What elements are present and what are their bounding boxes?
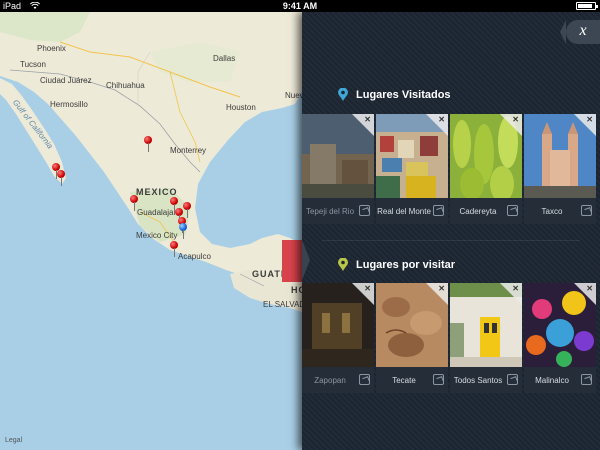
visited-title: Lugares Visitados (356, 88, 451, 101)
place-name: Tepeji del Rio (305, 207, 355, 216)
map-label-tucson: Tucson (20, 60, 46, 69)
place-card-todos-santos[interactable]: ✕ Todos Santos (450, 283, 522, 393)
map-label-chihuahua: Chihuahua (106, 81, 145, 90)
to-visit-header: Lugares por visitar (338, 258, 455, 271)
clock: 9:41 AM (282, 1, 318, 11)
place-caption: Malinalco (524, 367, 596, 393)
place-name: Todos Santos (453, 376, 503, 385)
place-name: Real del Monte (377, 207, 431, 216)
place-card-tecate[interactable]: ✕ Tecate (376, 283, 448, 393)
place-caption: Tecate (376, 367, 448, 393)
place-card-taxco[interactable]: ✕ Taxco (524, 114, 596, 224)
map-pin[interactable] (183, 202, 191, 218)
remove-button[interactable]: ✕ (586, 115, 593, 124)
share-icon[interactable] (433, 374, 444, 385)
place-card-malinalco[interactable]: ✕ Malinalco (524, 283, 596, 393)
map-label-salvador: EL SALVADOR (263, 300, 302, 309)
place-caption: Tepeji del Rio (302, 198, 374, 224)
map-label-mexico-city: Mexico City (136, 231, 178, 240)
place-name: Cadereyta (459, 207, 497, 216)
place-card-zapopan[interactable]: ✕ Zapopan (302, 283, 374, 393)
map-label-mexico: MEXICO (136, 187, 178, 197)
map-view[interactable]: Phoenix Tucson Ciudad Juárez Hermosillo … (0, 12, 302, 450)
share-icon[interactable] (507, 205, 518, 216)
places-panel: x Lugares Visitados ✕ Tepeji del Rio ✕ R… (302, 12, 600, 450)
status-bar: iPad 9:41 AM (0, 0, 600, 12)
map-ribbon (282, 240, 302, 282)
map-pin[interactable] (144, 136, 152, 152)
place-name: Taxco (541, 207, 563, 216)
share-icon[interactable] (581, 374, 592, 385)
place-card-tepeji[interactable]: ✕ Tepeji del Rio (302, 114, 374, 224)
place-caption: Cadereyta (450, 198, 522, 224)
section-divider (322, 240, 580, 241)
map-label-hermosillo: Hermosillo (50, 100, 88, 109)
place-caption: Todos Santos (450, 367, 522, 393)
close-button[interactable]: x (560, 20, 600, 44)
map-label-acapulco: Acapulco (178, 252, 211, 261)
map-pin[interactable] (130, 195, 138, 211)
map-label-nuevo: Nuevo (285, 91, 302, 100)
map-label-dallas: Dallas (213, 54, 236, 63)
place-name: Malinalco (535, 376, 569, 385)
visited-strip[interactable]: ✕ Tepeji del Rio ✕ Real del Monte ✕ Cade… (302, 114, 600, 224)
map-label-houston: Houston (226, 103, 256, 112)
remove-button[interactable]: ✕ (364, 284, 371, 293)
map-label-honduras: HONDURAS (291, 285, 302, 295)
remove-button[interactable]: ✕ (438, 284, 445, 293)
map-label-ciudad-juarez: Ciudad Juárez (40, 76, 92, 85)
to-visit-strip[interactable]: ✕ Zapopan ✕ Tecate ✕ Todos Santos ✕ Mali… (302, 283, 600, 393)
place-caption: Real del Monte (376, 198, 448, 224)
remove-button[interactable]: ✕ (512, 115, 519, 124)
place-card-real-del-monte[interactable]: ✕ Real del Monte (376, 114, 448, 224)
map-label-monterrey: Monterrey (170, 146, 207, 155)
place-caption: Zapopan (302, 367, 374, 393)
share-icon[interactable] (433, 205, 444, 216)
remove-button[interactable]: ✕ (586, 284, 593, 293)
place-caption: Taxco (524, 198, 596, 224)
legal-link[interactable]: Legal (5, 437, 22, 444)
place-name: Zapopan (314, 376, 346, 385)
map-label-phoenix: Phoenix (37, 44, 66, 53)
map-pin[interactable] (170, 241, 178, 257)
remove-button[interactable]: ✕ (512, 284, 519, 293)
to-visit-title: Lugares por visitar (356, 258, 456, 271)
share-icon[interactable] (581, 205, 592, 216)
share-icon[interactable] (359, 374, 370, 385)
remove-button[interactable]: ✕ (438, 115, 445, 124)
panel-edge-arrow (302, 240, 310, 280)
location-marker-icon (338, 258, 348, 271)
map-pin[interactable] (57, 170, 65, 186)
place-name: Tecate (392, 376, 416, 385)
location-marker-icon (338, 88, 348, 101)
share-icon[interactable] (507, 374, 518, 385)
map-pin-current[interactable] (179, 223, 187, 239)
place-card-cadereyta[interactable]: ✕ Cadereyta (450, 114, 522, 224)
share-icon[interactable] (359, 205, 370, 216)
battery-icon (576, 2, 598, 10)
remove-button[interactable]: ✕ (364, 115, 371, 124)
visited-header: Lugares Visitados (338, 88, 451, 101)
